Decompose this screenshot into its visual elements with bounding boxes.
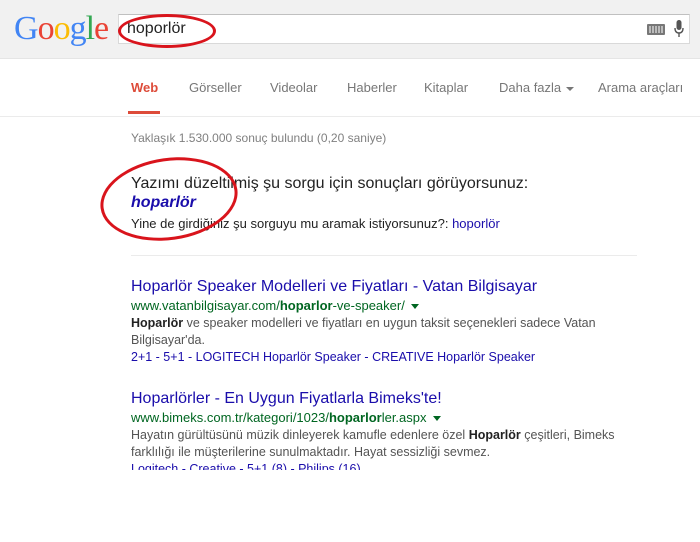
spell-original-link[interactable]: hoporlör (452, 216, 500, 231)
url-prefix: www.bimeks.com.tr/kategori/1023/ (131, 410, 329, 425)
search-header: Google (0, 0, 700, 59)
search-result: Hoparlör Speaker Modelleri ve Fiyatları … (131, 277, 651, 366)
url-menu-caret-icon[interactable] (432, 416, 441, 422)
tab-search-tools[interactable]: Arama araçları (598, 80, 683, 95)
cropped-area (0, 470, 700, 542)
url-prefix: www.vatanbilgisayar.com/ (131, 298, 280, 313)
chevron-down-icon (566, 86, 575, 91)
snippet-bold: Hoparlör (131, 316, 184, 330)
tab-more-label: Daha fazla (499, 80, 562, 95)
google-logo[interactable]: Google (14, 10, 109, 48)
result-title-link[interactable]: Hoparlörler - En Uygun Fiyatlarla Bimeks… (131, 389, 651, 409)
tab-images[interactable]: Görseller (189, 80, 242, 95)
annotation-circle-correction (94, 148, 244, 250)
search-tabs: Web Görseller Videolar Haberler Kitaplar… (0, 59, 700, 117)
snippet-bold: Hoparlör (468, 428, 521, 442)
result-url: www.vatanbilgisayar.com/hoparlor-ve-spea… (131, 297, 651, 315)
tab-more[interactable]: Daha fazla (499, 80, 575, 95)
tab-news[interactable]: Haberler (347, 80, 397, 95)
result-snippet: Hayatın gürültüsünü müzik dinleyerek kam… (131, 427, 651, 461)
active-tab-indicator (128, 111, 160, 114)
result-stats: Yaklaşık 1.530.000 sonuç bulundu (0,20 s… (131, 131, 387, 145)
result-url: www.bimeks.com.tr/kategori/1023/hoparlor… (131, 409, 651, 427)
url-suffix: ler.aspx (381, 410, 427, 425)
divider (131, 255, 637, 256)
url-suffix: -ve-speaker/ (332, 298, 405, 313)
url-bold: hoparlor (328, 410, 382, 425)
tab-videos[interactable]: Videolar (270, 80, 317, 95)
snippet-text: ve speaker modelleri ve fiyatları en uyg… (131, 316, 596, 347)
result-title-link[interactable]: Hoparlör Speaker Modelleri ve Fiyatları … (131, 277, 651, 297)
annotation-circle-search (118, 14, 216, 48)
url-bold: hoparlor (279, 298, 333, 313)
result-snippet: Hoparlör ve speaker modelleri ve fiyatla… (131, 315, 651, 349)
url-menu-caret-icon[interactable] (410, 304, 419, 310)
microphone-icon[interactable] (674, 20, 684, 38)
snippet-prefix: Hayatın gürültüsünü müzik dinleyerek kam… (131, 428, 469, 442)
tab-web[interactable]: Web (131, 80, 158, 95)
result-sitelinks[interactable]: 2+1 - 5+1 - LOGITECH Hoparlör Speaker - … (131, 349, 651, 366)
search-result: Hoparlörler - En Uygun Fiyatlarla Bimeks… (131, 389, 651, 478)
keyboard-icon[interactable] (647, 24, 665, 35)
tab-books[interactable]: Kitaplar (424, 80, 468, 95)
